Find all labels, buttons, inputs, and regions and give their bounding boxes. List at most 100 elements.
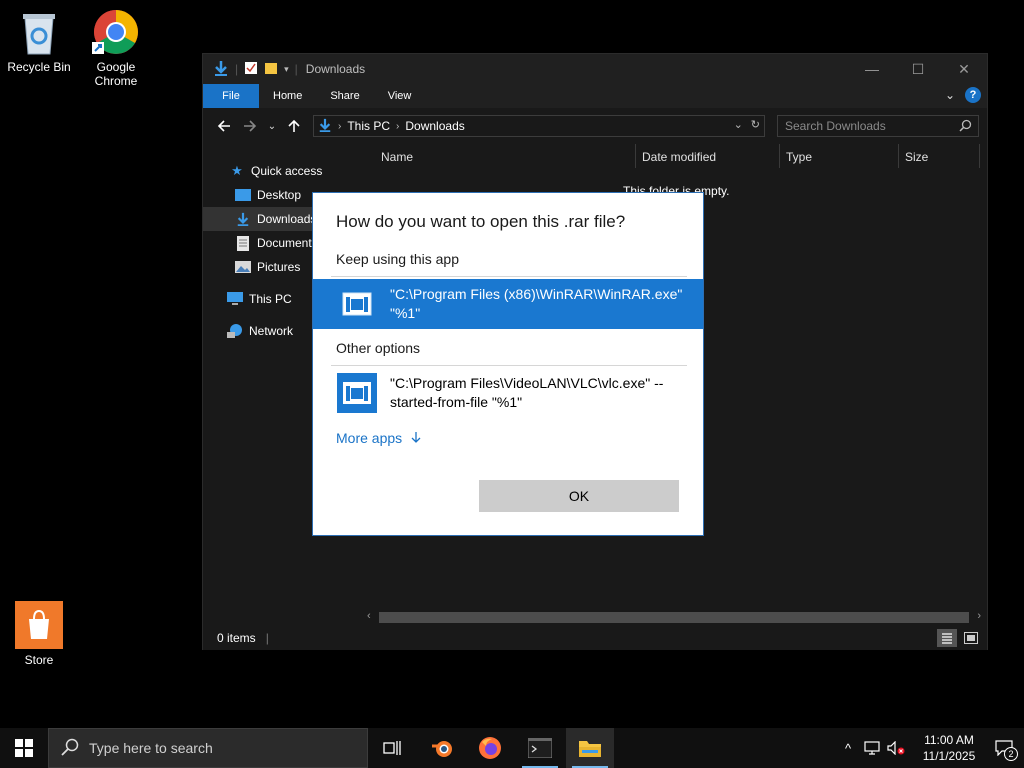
recycle-bin-label: Recycle Bin	[7, 60, 71, 74]
arrow-down-icon	[410, 430, 422, 446]
scroll-right-icon[interactable]: ›	[977, 610, 981, 622]
desktop-folder-icon	[235, 187, 251, 203]
properties-icon[interactable]	[244, 61, 258, 78]
new-folder-icon[interactable]	[264, 61, 278, 78]
column-date-modified[interactable]: Date modified	[642, 150, 716, 164]
tab-view[interactable]: View	[374, 84, 426, 108]
column-name[interactable]: Name	[381, 150, 413, 164]
chrome-icon	[92, 8, 140, 56]
search-input[interactable]: Search Downloads	[777, 115, 979, 137]
breadcrumb-this-pc[interactable]: This PC	[347, 119, 390, 133]
blender-taskbar-button[interactable]	[418, 728, 466, 768]
system-tray: ^ 11:00 AM 11/1/2025 2	[836, 728, 1024, 768]
tab-home[interactable]: Home	[259, 84, 316, 108]
up-button[interactable]	[281, 113, 307, 139]
computer-icon	[227, 291, 243, 307]
pictures-icon	[235, 259, 251, 275]
start-button[interactable]	[0, 728, 48, 768]
title-bar: | ▾ | Downloads — ☐ ✕	[203, 54, 987, 84]
show-hidden-icons-button[interactable]: ^	[836, 728, 860, 768]
back-button[interactable]	[211, 113, 237, 139]
network-icon	[227, 323, 243, 339]
task-view-icon	[383, 741, 401, 755]
details-view-icon[interactable]	[937, 629, 957, 647]
app-option-winrar[interactable]: "C:\Program Files (x86)\WinRAR\WinRAR.ex…	[313, 279, 703, 329]
scrollbar-thumb[interactable]	[379, 612, 969, 623]
search-icon	[61, 738, 79, 759]
scroll-left-icon[interactable]: ‹	[367, 610, 371, 622]
keep-using-heading: Keep using this app	[336, 251, 459, 267]
app-window-icon	[337, 373, 377, 413]
expand-ribbon-icon[interactable]: ⌄	[945, 88, 955, 102]
address-row: ⌄ › This PC › Downloads ⌄ ↻ Search Downl…	[203, 108, 987, 144]
blender-icon	[432, 741, 452, 757]
nav-item-quick-access[interactable]: ★ Quick access	[203, 159, 361, 183]
breadcrumb-downloads[interactable]: Downloads	[405, 119, 464, 133]
desktop-icon-google-chrome[interactable]: Google Chrome	[78, 8, 154, 88]
other-options-heading: Other options	[336, 340, 421, 356]
chrome-label: Google Chrome	[94, 60, 138, 88]
horizontal-scrollbar[interactable]: ‹ ›	[361, 609, 987, 626]
tab-share[interactable]: Share	[316, 84, 373, 108]
item-count: 0 items	[217, 631, 256, 645]
vlc-command: "C:\Program Files\VideoLAN\VLC\vlc.exe" …	[390, 375, 664, 410]
notification-count-badge: 2	[1004, 747, 1018, 761]
quick-access-toolbar: | ▾ |	[203, 60, 298, 79]
firefox-icon	[479, 737, 501, 759]
taskbar-search-placeholder: Type here to search	[89, 740, 213, 756]
address-bar[interactable]: › This PC › Downloads ⌄ ↻	[313, 115, 765, 137]
action-center-button[interactable]: 2	[984, 728, 1024, 768]
recycle-bin-icon	[15, 8, 63, 56]
address-dropdown-icon[interactable]: ⌄	[734, 118, 743, 131]
help-icon[interactable]: ?	[965, 87, 981, 103]
open-with-dialog: How do you want to open this .rar file? …	[312, 192, 704, 536]
column-type[interactable]: Type	[786, 150, 812, 164]
app-window-icon	[337, 284, 377, 324]
clock-time: 11:00 AM	[924, 733, 974, 747]
downloads-icon	[235, 211, 251, 227]
refresh-icon[interactable]: ↻	[751, 118, 760, 131]
winrar-command: "C:\Program Files (x86)\WinRAR\WinRAR.ex…	[390, 286, 683, 321]
status-bar: 0 items |	[203, 626, 987, 650]
terminal-icon	[528, 738, 552, 758]
window-title: Downloads	[305, 62, 366, 76]
downloads-location-icon	[318, 118, 332, 135]
customize-toolbar-icon[interactable]: ▾	[284, 64, 289, 75]
task-view-button[interactable]	[368, 728, 416, 768]
breadcrumb-separator-icon: ›	[338, 120, 342, 132]
app-option-vlc[interactable]: "C:\Program Files\VideoLAN\VLC\vlc.exe" …	[313, 368, 703, 418]
download-arrow-icon	[213, 60, 229, 79]
clock-date: 11/1/2025	[922, 749, 976, 763]
firefox-taskbar-button[interactable]	[466, 728, 514, 768]
volume-muted-icon[interactable]	[884, 728, 908, 768]
network-status-icon[interactable]	[860, 728, 884, 768]
terminal-taskbar-button[interactable]	[516, 728, 564, 768]
dialog-title: How do you want to open this .rar file?	[336, 212, 626, 231]
ok-button[interactable]: OK	[479, 480, 679, 512]
breadcrumb-separator-icon: ›	[396, 120, 400, 132]
windows-logo-icon	[15, 739, 33, 757]
large-icons-view-icon[interactable]	[961, 629, 981, 647]
file-explorer-taskbar-button[interactable]	[566, 728, 614, 768]
store-label: Store	[24, 653, 54, 667]
more-apps-link[interactable]: More apps	[336, 430, 422, 446]
tab-file[interactable]: File	[203, 84, 259, 108]
desktop-icon-recycle-bin[interactable]: Recycle Bin	[1, 8, 77, 74]
maximize-button[interactable]: ☐	[895, 54, 941, 84]
minimize-button[interactable]: —	[849, 54, 895, 84]
system-clock[interactable]: 11:00 AM 11/1/2025	[914, 732, 984, 764]
store-icon	[15, 601, 63, 649]
search-icon	[959, 119, 972, 135]
ribbon-tabs: File Home Share View ⌄ ?	[203, 84, 987, 108]
desktop-icon-store[interactable]: Store	[1, 601, 77, 667]
column-size[interactable]: Size	[905, 150, 928, 164]
folder-icon	[579, 741, 601, 757]
star-icon: ★	[231, 163, 243, 178]
column-headers: Name Date modified Type Size	[361, 144, 987, 170]
close-button[interactable]: ✕	[941, 54, 987, 84]
recent-locations-button[interactable]: ⌄	[263, 113, 281, 139]
taskbar: Type here to search ^ 11:00 AM 11/1/2025…	[0, 728, 1024, 768]
taskbar-search-input[interactable]: Type here to search	[48, 728, 368, 768]
forward-button[interactable]	[237, 113, 263, 139]
documents-icon	[235, 235, 251, 251]
